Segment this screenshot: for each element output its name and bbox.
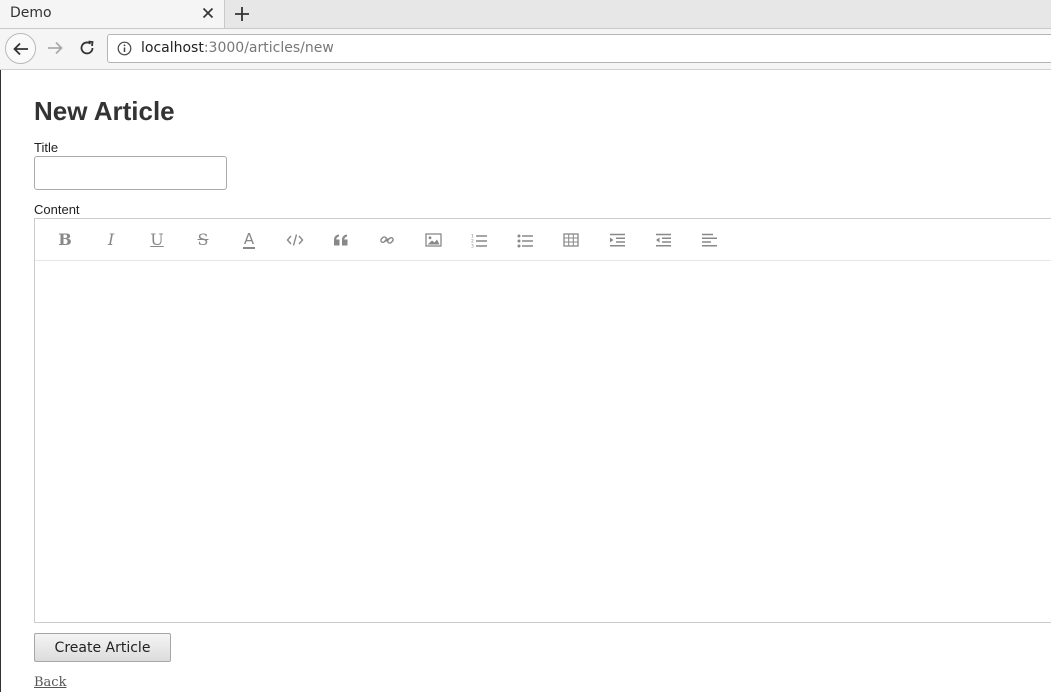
strikethrough-button[interactable]: S [192, 229, 214, 251]
indent-icon [609, 233, 625, 247]
new-tab-icon[interactable] [232, 4, 252, 24]
code-button[interactable] [284, 229, 306, 251]
info-icon[interactable] [117, 41, 132, 56]
outdent-button[interactable] [652, 229, 674, 251]
underline-icon: U [150, 230, 164, 249]
back-link[interactable]: Back [34, 675, 66, 690]
bold-icon: B [58, 230, 72, 249]
browser-tabstrip: Demo [0, 0, 1051, 29]
url-text[interactable]: localhost:3000/articles/new [141, 40, 334, 56]
content-label: Content [34, 202, 80, 217]
page-content: New Article Title Content B I U S A 1 2 … [0, 70, 1051, 692]
strikethrough-icon: S [197, 230, 209, 249]
link-button[interactable] [376, 229, 398, 251]
back-button[interactable] [5, 33, 36, 64]
arrow-right-icon [48, 41, 63, 55]
url-path: :3000/articles/new [203, 40, 334, 56]
title-label: Title [34, 140, 59, 155]
italic-icon: I [107, 230, 115, 249]
align-left-icon [701, 233, 717, 247]
forward-button[interactable] [42, 35, 68, 61]
unordered-list-button[interactable] [514, 229, 536, 251]
page-title: New Article [34, 96, 175, 126]
quote-icon [334, 234, 348, 246]
table-button[interactable] [560, 229, 582, 251]
rich-text-editor: B I U S A 1 2 3 [34, 218, 1051, 623]
alignment-button[interactable] [698, 229, 720, 251]
code-icon [286, 234, 304, 246]
table-icon [563, 233, 579, 247]
title-input[interactable] [34, 156, 227, 190]
browser-navbar: localhost:3000/articles/new [0, 29, 1051, 70]
underline-button[interactable]: U [146, 229, 168, 251]
ordered-list-button[interactable]: 123 [468, 229, 490, 251]
url-host: localhost [141, 40, 204, 56]
unordered-list-icon [517, 234, 533, 247]
reload-icon [80, 40, 94, 55]
url-bar[interactable]: localhost:3000/articles/new [107, 34, 1051, 63]
svg-text:3: 3 [471, 243, 474, 248]
image-button[interactable] [422, 229, 444, 251]
link-icon [380, 236, 394, 244]
editor-content-area[interactable] [35, 261, 1051, 622]
browser-tab[interactable]: Demo [0, 0, 225, 28]
outdent-icon [655, 233, 671, 247]
italic-button[interactable]: I [100, 229, 122, 251]
create-article-button[interactable]: Create Article [34, 633, 171, 662]
image-icon [424, 233, 442, 247]
bold-button[interactable]: B [54, 229, 76, 251]
blockquote-button[interactable] [330, 229, 352, 251]
font-color-icon: A [242, 229, 256, 249]
ordered-list-icon: 123 [471, 233, 487, 248]
close-icon[interactable] [200, 5, 216, 21]
indent-button[interactable] [606, 229, 628, 251]
font-color-button[interactable]: A [238, 229, 260, 251]
tab-title: Demo [10, 5, 52, 21]
arrow-left-icon [12, 42, 28, 55]
editor-toolbar: B I U S A 1 2 3 [35, 219, 1051, 261]
reload-button[interactable] [74, 35, 100, 61]
